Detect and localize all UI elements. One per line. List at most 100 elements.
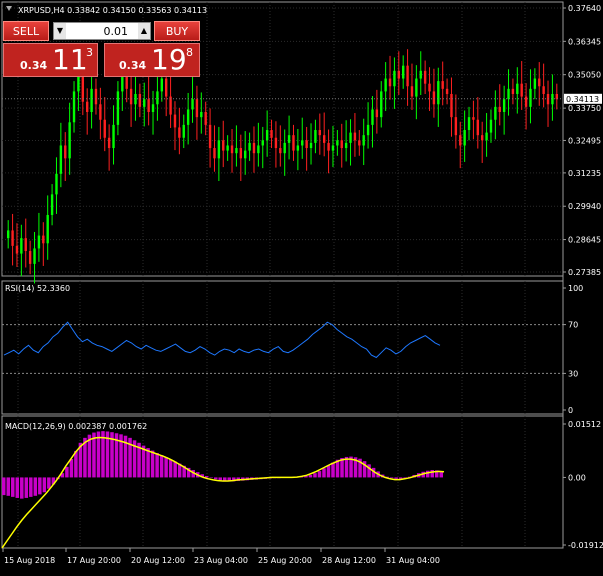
candle-body	[279, 148, 282, 154]
macd-histogram-bar	[6, 477, 11, 496]
candle-body	[147, 99, 150, 113]
macd-histogram-bar	[65, 466, 69, 478]
candle-body	[524, 96, 528, 107]
candle-body	[296, 145, 300, 151]
candle	[68, 102, 71, 175]
candle-body	[28, 251, 32, 264]
macd-histogram-bar	[29, 477, 33, 497]
macd-histogram-bar	[2, 477, 6, 496]
candle	[467, 106, 471, 141]
candle-body	[182, 124, 185, 138]
candle-body	[309, 142, 313, 149]
macd-tick-label: 0.01512	[568, 420, 601, 429]
chevron-up-icon[interactable]: ▲	[138, 23, 150, 39]
candle-body	[305, 140, 308, 149]
candle-body	[538, 78, 541, 87]
sell-button[interactable]: SELL	[3, 21, 49, 41]
candle-body	[520, 83, 523, 97]
candle-body	[498, 106, 501, 113]
candle-body	[287, 135, 291, 143]
candle-body	[340, 140, 343, 149]
chevron-down-icon[interactable]: ▼	[54, 23, 66, 39]
candle	[287, 115, 291, 160]
candle	[507, 69, 510, 116]
candle	[314, 119, 317, 154]
candle	[520, 61, 523, 110]
candle	[195, 85, 199, 140]
candle-body	[99, 104, 102, 120]
sell-price-main: 11	[52, 43, 88, 76]
candle	[94, 78, 98, 115]
time-tick-label: 28 Aug 12:00	[322, 556, 376, 565]
candle-body	[94, 88, 98, 105]
time-tick-label: 25 Aug 20:00	[258, 556, 312, 565]
candle-body	[68, 122, 71, 159]
candle	[480, 121, 484, 163]
candle	[55, 157, 58, 214]
macd-histogram-bar	[173, 461, 177, 478]
candle-body	[472, 117, 475, 120]
macd-histogram-bar	[38, 477, 42, 495]
candle-body	[72, 91, 76, 123]
candle-body	[64, 145, 67, 159]
candle	[59, 122, 63, 188]
macd-indicator	[1, 431, 445, 549]
candle-body	[432, 91, 436, 105]
rsi-tick-label: 100	[568, 284, 583, 293]
candle	[406, 49, 409, 106]
macd-histogram-bar	[430, 470, 434, 478]
time-tick-label: 31 Aug 04:00	[386, 556, 440, 565]
candle-body	[529, 88, 532, 107]
candle	[463, 110, 466, 162]
candle	[6, 220, 10, 249]
macd-histogram-bar	[213, 477, 218, 480]
pane-frame-rsi	[1, 280, 564, 415]
candle-body	[33, 248, 36, 264]
candle-body	[208, 124, 212, 149]
chart-canvas[interactable]: 0.37640 0.36345 0.35050 0.33750 0.32495 0.312…	[0, 0, 603, 576]
candle	[401, 55, 405, 89]
macd-histogram-bar	[150, 450, 155, 478]
candle-body	[186, 109, 190, 125]
candle	[371, 96, 374, 148]
candle-body	[85, 101, 89, 113]
candle	[226, 135, 229, 161]
price-tick-label: 0.27385	[568, 268, 601, 277]
candle	[358, 130, 361, 156]
price-tick-label: 0.28645	[568, 236, 601, 245]
macd-histogram-bar	[313, 473, 317, 478]
candle-body	[20, 238, 23, 254]
candle-body	[459, 135, 462, 146]
candle	[380, 81, 383, 128]
candle	[459, 121, 462, 169]
candle	[336, 130, 339, 156]
candle	[270, 119, 273, 149]
buy-button[interactable]: BUY	[154, 21, 200, 41]
candle	[134, 74, 137, 121]
candle	[415, 65, 418, 120]
candle	[151, 90, 155, 135]
lot-size-input[interactable]	[68, 23, 128, 39]
candle-body	[423, 70, 427, 84]
candle-body	[314, 130, 317, 143]
candle-body	[230, 145, 234, 154]
candle-body	[485, 132, 488, 141]
candle	[388, 55, 392, 100]
candle	[318, 113, 322, 155]
candle	[169, 73, 172, 128]
candle	[204, 101, 207, 136]
macd-histogram-bar	[326, 465, 331, 478]
candle-body	[428, 83, 431, 92]
lot-size-stepper[interactable]: ▼ ▲	[53, 22, 151, 40]
macd-histogram-bar	[394, 477, 398, 479]
macd-histogram-bar	[389, 477, 394, 479]
candle-body	[143, 99, 146, 107]
candle-body	[226, 145, 229, 151]
macd-histogram-bar	[69, 459, 74, 478]
candle-body	[107, 137, 111, 149]
sell-price-box[interactable]: 0.34 11 3	[3, 43, 98, 77]
buy-price-box[interactable]: 0.34 19 8	[104, 43, 200, 77]
macd-histogram-bar	[24, 477, 29, 498]
candle	[138, 83, 142, 118]
macd-histogram-bar	[425, 470, 430, 478]
